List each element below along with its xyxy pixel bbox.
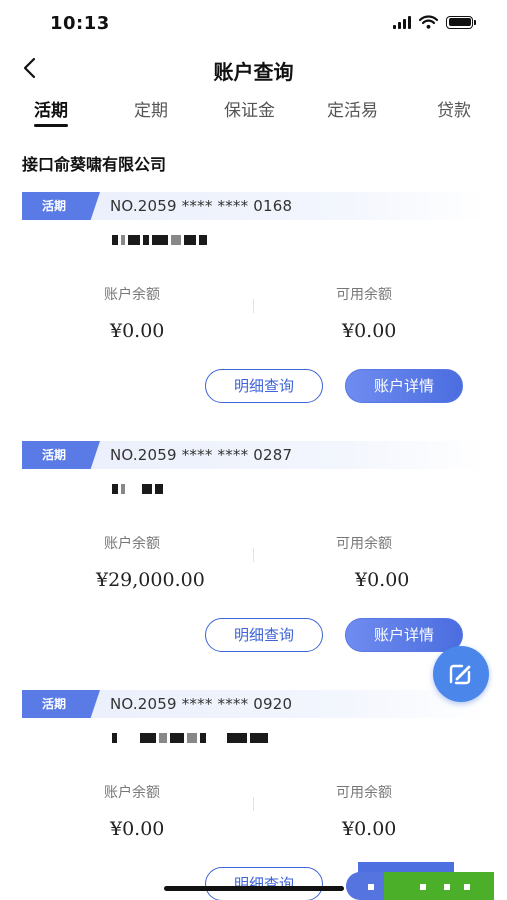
- available-amount: ¥0.00: [342, 818, 397, 840]
- account-number: NO.2059 **** **** 0168: [110, 197, 293, 215]
- tab-current[interactable]: 活期: [34, 96, 68, 121]
- column-divider: [253, 797, 254, 811]
- balance-amount: ¥0.00: [110, 320, 165, 342]
- floating-edit-button[interactable]: [433, 646, 489, 702]
- detail-query-button[interactable]: 明细查询: [205, 369, 323, 403]
- available-label: 可用余额: [336, 785, 392, 801]
- column-divider: [253, 548, 254, 562]
- balance-label: 账户余额: [104, 287, 160, 303]
- account-detail-button-partial[interactable]: [346, 872, 386, 900]
- account-card: 活期 NO.2059 **** **** 0287 账户余额 可用余额 ¥29,…: [22, 441, 485, 681]
- account-type-badge: 活期: [22, 441, 100, 469]
- home-indicator[interactable]: [164, 886, 344, 891]
- available-amount: ¥0.00: [342, 320, 397, 342]
- nav-bar: 账户查询: [0, 46, 507, 92]
- card-header: 活期 NO.2059 **** **** 0920: [22, 690, 485, 718]
- available-label: 可用余额: [336, 287, 392, 303]
- balance-amount: ¥29,000.00: [96, 569, 205, 591]
- masked-account-name: [112, 481, 166, 497]
- masked-account-name: [112, 232, 210, 248]
- tab-loan[interactable]: 贷款: [437, 96, 471, 121]
- wifi-icon: [419, 15, 438, 29]
- column-divider: [253, 299, 254, 313]
- bottom-overlay-green: [384, 872, 494, 900]
- tab-fixed[interactable]: 定期: [134, 96, 168, 121]
- detail-query-button[interactable]: 明细查询: [205, 867, 323, 900]
- edit-pen-icon: [449, 664, 471, 685]
- account-number: NO.2059 **** **** 0287: [110, 446, 293, 464]
- account-detail-button[interactable]: 账户详情: [345, 369, 463, 403]
- company-name: 接口俞葵啸有限公司: [22, 155, 167, 174]
- tab-deposit-margin[interactable]: 保证金: [224, 96, 275, 121]
- status-time: 10:13: [50, 13, 110, 34]
- tab-active-indicator: [34, 124, 68, 127]
- status-bar: 10:13: [0, 0, 507, 46]
- masked-account-name: [112, 730, 271, 746]
- account-number: NO.2059 **** **** 0920: [110, 695, 293, 713]
- available-amount: ¥0.00: [355, 569, 410, 591]
- status-icons: [393, 15, 476, 29]
- balance-amount: ¥0.00: [110, 818, 165, 840]
- signal-icon: [393, 15, 411, 29]
- balance-label: 账户余额: [104, 785, 160, 801]
- account-detail-button[interactable]: 账户详情: [345, 618, 463, 652]
- page-title: 账户查询: [213, 60, 294, 84]
- tab-flexible[interactable]: 定活易: [327, 96, 378, 121]
- balance-label: 账户余额: [104, 536, 160, 552]
- account-type-badge: 活期: [22, 690, 100, 718]
- detail-query-button[interactable]: 明细查询: [205, 618, 323, 652]
- card-header: 活期 NO.2059 **** **** 0287: [22, 441, 485, 469]
- account-card: 活期 NO.2059 **** **** 0168 账户余额 可用余额 ¥0.0…: [22, 192, 485, 432]
- card-header: 活期 NO.2059 **** **** 0168: [22, 192, 485, 220]
- available-label: 可用余额: [336, 536, 392, 552]
- battery-icon: [446, 15, 476, 29]
- tab-bar: 活期 定期 保证金 定活易 贷款: [0, 96, 507, 132]
- account-type-badge: 活期: [22, 192, 100, 220]
